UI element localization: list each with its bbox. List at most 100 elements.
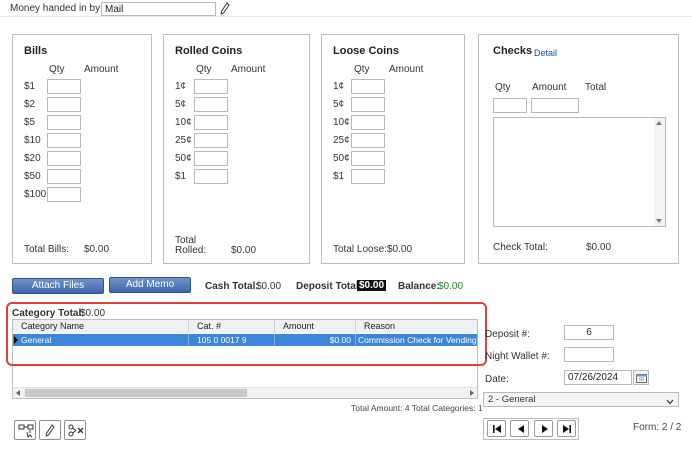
calendar-button[interactable]	[633, 370, 649, 385]
bills-qty-header: Qty	[49, 64, 65, 75]
add-memo-button[interactable]: Add Memo	[109, 277, 191, 293]
deposit-number-input[interactable]: 6	[564, 325, 614, 340]
checks-amount-input[interactable]	[531, 98, 579, 113]
calendar-icon	[636, 373, 647, 386]
rolled-coins-panel: Rolled Coins Qty Amount 1¢ 5¢ 10¢ 25¢ 50…	[163, 34, 310, 264]
rolled-qty-header: Qty	[196, 64, 212, 75]
chevron-down-icon	[666, 397, 674, 408]
rolled-qty-input[interactable]	[194, 115, 228, 130]
checks-list-scrollbar[interactable]	[654, 118, 665, 226]
record-navigation	[483, 418, 579, 440]
deposit-number-label: Deposit #:	[485, 329, 531, 340]
rolled-denom-label: 5¢	[175, 99, 187, 110]
bills-qty-input[interactable]	[47, 133, 81, 148]
night-wallet-label: Night Wallet #:	[485, 351, 550, 362]
scroll-up-icon[interactable]	[656, 121, 662, 125]
loose-total-value: $0.00	[387, 244, 413, 255]
deposit-total-value: $0.00	[357, 280, 387, 291]
scrollbar-thumb[interactable]	[25, 389, 247, 397]
bills-panel: Bills Qty Amount $1 $2 $5 $10 $20 $50 $1…	[12, 34, 152, 264]
bills-title: Bills	[24, 45, 48, 57]
bills-denom-label: $100	[24, 189, 47, 200]
bills-qty-input[interactable]	[47, 79, 81, 94]
loose-denom-label: 5¢	[333, 99, 345, 110]
bills-qty-input[interactable]	[47, 169, 81, 184]
loose-qty-input[interactable]	[351, 115, 385, 130]
reassign-button[interactable]	[14, 420, 36, 440]
first-record-button[interactable]	[487, 420, 506, 437]
rolled-coins-title: Rolled Coins	[175, 45, 243, 57]
cash-total-label: Cash Total:	[205, 281, 259, 292]
next-record-button[interactable]	[534, 420, 553, 437]
date-input[interactable]: 07/26/2024	[564, 370, 632, 385]
previous-record-button[interactable]	[510, 420, 529, 437]
delete-button[interactable]	[64, 420, 86, 440]
category-grid-footer: Total Amount: 4 Total Categories: 1	[351, 403, 483, 413]
bills-denom-label: $20	[24, 153, 41, 164]
bills-qty-input[interactable]	[47, 187, 81, 202]
checks-qty-input[interactable]	[493, 98, 527, 113]
money-handed-input[interactable]: Mail	[101, 2, 216, 16]
edit-button[interactable]	[39, 420, 61, 440]
checks-title: Checks	[493, 45, 533, 57]
loose-qty-header: Qty	[354, 64, 370, 75]
first-page-icon	[492, 424, 502, 437]
grid-toolbar	[14, 420, 86, 442]
date-label: Date:	[485, 374, 509, 385]
bills-total-value: $0.00	[84, 244, 110, 255]
loose-denom-label: 25¢	[333, 135, 350, 146]
attach-files-button[interactable]: Attach Files	[12, 278, 104, 294]
checks-panel: Checks Detail Qty Amount Total Check Tot…	[478, 34, 679, 264]
cash-total-value: $0.00	[256, 281, 282, 292]
rolled-qty-input[interactable]	[194, 97, 228, 112]
bills-denom-label: $1	[24, 81, 36, 92]
rolled-qty-input[interactable]	[194, 79, 228, 94]
bills-denom-label: $10	[24, 135, 41, 146]
scroll-right-icon[interactable]	[470, 390, 474, 396]
loose-qty-input[interactable]	[351, 151, 385, 166]
money-handed-label: Money handed in by:	[10, 3, 103, 14]
form-counter: Form: 2 / 2	[633, 422, 682, 433]
last-record-button[interactable]	[557, 420, 576, 437]
loose-denom-label: $1	[333, 171, 345, 182]
next-icon	[540, 424, 550, 437]
rolled-denom-label: 10¢	[175, 117, 192, 128]
balance-value: $0.00	[438, 281, 464, 292]
bills-amount-header: Amount	[84, 64, 119, 75]
night-wallet-input[interactable]	[564, 347, 614, 362]
rolled-qty-input[interactable]	[194, 151, 228, 166]
horizontal-scrollbar[interactable]	[13, 387, 477, 398]
rolled-total-value: $0.00	[231, 245, 257, 256]
checks-total-header: Total	[585, 82, 607, 93]
loose-coins-panel: Loose Coins Qty Amount 1¢ 5¢ 10¢ 25¢ 50¢…	[321, 34, 465, 264]
hierarchy-icon	[18, 423, 34, 441]
bills-denom-label: $2	[24, 99, 36, 110]
bills-qty-input[interactable]	[47, 97, 81, 112]
bills-qty-input[interactable]	[47, 151, 81, 166]
rolled-amount-header: Amount	[231, 64, 266, 75]
loose-qty-input[interactable]	[351, 169, 385, 184]
deposit-total-label: Deposit Total:	[296, 281, 362, 292]
check-total-label: Check Total:	[493, 242, 548, 253]
check-total-value: $0.00	[586, 242, 612, 253]
loose-qty-input[interactable]	[351, 97, 385, 112]
bills-total-label: Total Bills:	[24, 244, 70, 255]
category-select-value: 2 - General	[488, 394, 536, 405]
rolled-total-label-2: Rolled:	[175, 245, 207, 256]
rolled-denom-label: $1	[175, 171, 187, 182]
pencil-icon[interactable]	[220, 2, 230, 15]
category-select[interactable]: 2 - General	[483, 392, 679, 407]
checks-qty-header: Qty	[495, 82, 511, 93]
checks-detail-link[interactable]: Detail	[534, 48, 557, 58]
bills-denom-label: $5	[24, 117, 36, 128]
rolled-qty-input[interactable]	[194, 133, 228, 148]
previous-icon	[516, 424, 526, 437]
loose-qty-input[interactable]	[351, 79, 385, 94]
loose-qty-input[interactable]	[351, 133, 385, 148]
scroll-down-icon[interactable]	[656, 219, 662, 223]
top-divider	[0, 16, 692, 17]
checks-list-textarea[interactable]	[493, 117, 666, 227]
scroll-left-icon[interactable]	[16, 390, 20, 396]
bills-qty-input[interactable]	[47, 115, 81, 130]
rolled-qty-input[interactable]	[194, 169, 228, 184]
